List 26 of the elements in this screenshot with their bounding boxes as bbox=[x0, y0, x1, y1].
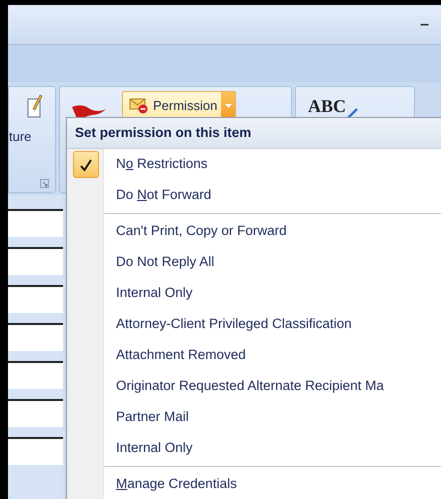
input-field[interactable] bbox=[8, 285, 63, 313]
menu-item[interactable]: Do Not Reply All bbox=[104, 252, 214, 273]
group-label[interactable]: ture bbox=[9, 127, 32, 146]
input-field[interactable] bbox=[8, 437, 63, 465]
menu-item[interactable]: Partner Mail bbox=[104, 407, 189, 428]
dialog-launcher-icon[interactable] bbox=[40, 179, 49, 188]
menu-item[interactable]: Attorney-Client Privileged Classification bbox=[104, 314, 352, 335]
menu-item[interactable]: Do Not Forward bbox=[104, 185, 212, 206]
menu-item[interactable]: Attachment Removed bbox=[104, 345, 246, 366]
input-field[interactable] bbox=[8, 399, 63, 427]
menu-header: Set permission on this item bbox=[67, 118, 441, 149]
pencil-icon bbox=[27, 93, 43, 119]
menu-item[interactable]: Manage Credentials bbox=[104, 474, 237, 495]
menu-item[interactable]: No Restrictions bbox=[104, 154, 208, 175]
spelling-button[interactable]: ABC bbox=[308, 93, 346, 120]
input-field[interactable] bbox=[8, 247, 63, 275]
menu-item[interactable]: Can't Print, Copy or Forward bbox=[104, 221, 287, 242]
minimize-button[interactable]: – bbox=[420, 13, 429, 37]
input-field[interactable] bbox=[8, 209, 63, 237]
input-field[interactable] bbox=[8, 323, 63, 351]
menu-item[interactable]: Originator Requested Alternate Recipient Ma bbox=[104, 376, 384, 397]
input-field[interactable] bbox=[8, 361, 63, 389]
menu-item[interactable]: Internal Only bbox=[104, 438, 193, 459]
menu-item[interactable]: Internal Only bbox=[104, 283, 193, 304]
envelope-icon bbox=[129, 98, 149, 114]
pen-stroke-icon bbox=[346, 108, 358, 120]
